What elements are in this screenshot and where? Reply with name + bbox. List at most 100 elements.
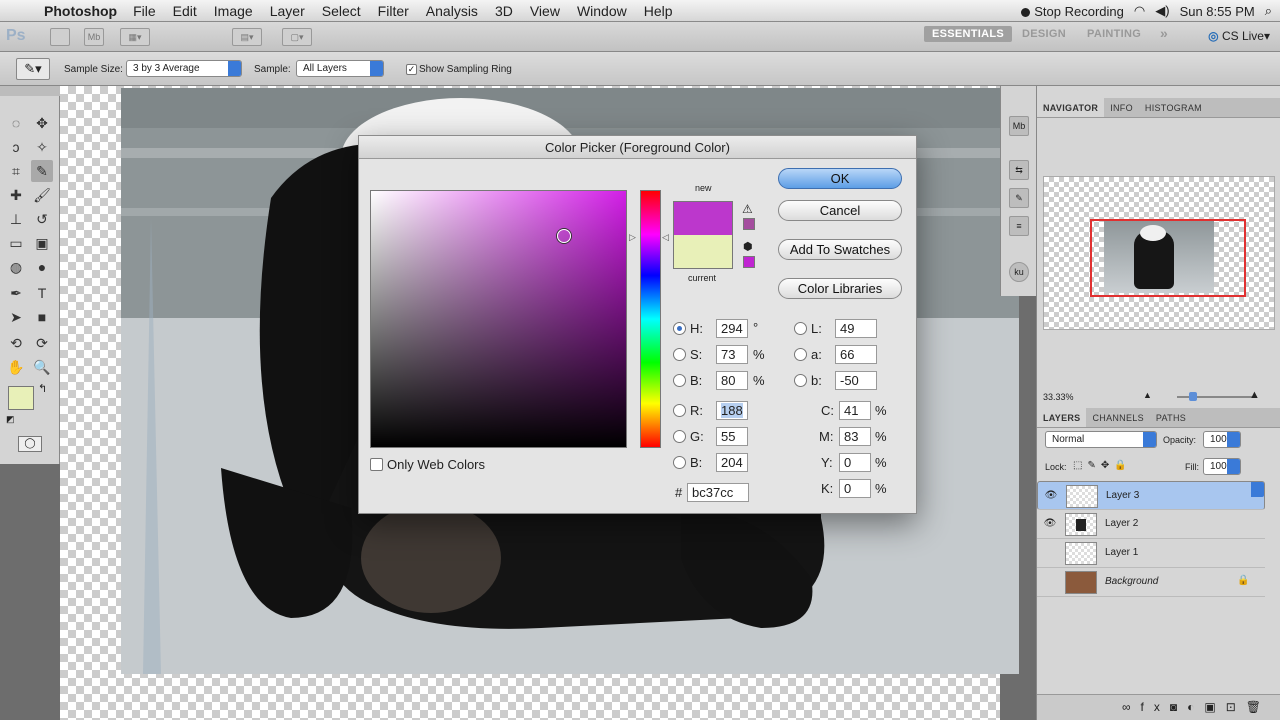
a-channel-field[interactable]: 66	[835, 345, 877, 364]
layer-name[interactable]: Layer 3	[1106, 490, 1139, 501]
blur-tool-icon[interactable]: ◍	[5, 256, 27, 278]
history-brush-tool-icon[interactable]: ↺	[31, 208, 53, 230]
color-field[interactable]	[370, 190, 627, 448]
stop-recording[interactable]: Stop Recording	[1021, 4, 1124, 19]
only-web-colors-checkbox[interactable]	[370, 458, 383, 471]
blue-radio[interactable]	[673, 456, 686, 469]
lasso-tool-icon[interactable]: ↄ	[5, 136, 27, 158]
tab-navigator[interactable]: NAVIGATOR	[1037, 98, 1105, 117]
eye-toggle-empty[interactable]	[1043, 547, 1057, 560]
red-value[interactable]: 188	[721, 403, 743, 418]
blue-field[interactable]: 204	[716, 453, 748, 472]
gamut-warning-swatch[interactable]	[743, 218, 755, 230]
3d-rotate-tool-icon[interactable]: ⟲	[5, 332, 27, 354]
tab-info[interactable]: INFO	[1104, 98, 1139, 117]
brightness-field[interactable]: 80	[716, 371, 748, 390]
hue-slider-left-arrow[interactable]: ▷	[629, 232, 636, 243]
cs-live[interactable]: ◎ CS Live▾	[1208, 29, 1270, 43]
menu-help[interactable]: Help	[644, 3, 673, 19]
menu-view[interactable]: View	[530, 3, 560, 19]
type-tool-icon[interactable]: T	[31, 282, 53, 304]
magenta-field[interactable]: 83	[839, 427, 871, 446]
crop-tool-icon[interactable]: ⌗	[5, 160, 27, 182]
arrange-documents-icon[interactable]: ▤▾	[232, 28, 262, 46]
lightness-radio[interactable]	[794, 322, 807, 335]
saturation-field[interactable]: 73	[716, 345, 748, 364]
menu-edit[interactable]: Edit	[173, 3, 197, 19]
eye-icon[interactable]: 👁	[1043, 518, 1057, 531]
clone-source-panel-icon[interactable]: ≡	[1009, 216, 1029, 236]
menu-analysis[interactable]: Analysis	[426, 3, 478, 19]
hue-radio[interactable]	[673, 322, 686, 335]
black-field[interactable]: 0	[839, 479, 871, 498]
move-tool-icon[interactable]: ✥	[31, 112, 53, 134]
web-safe-swatch[interactable]	[743, 256, 755, 268]
tab-paths[interactable]: PATHS	[1150, 408, 1192, 427]
3d-orbit-tool-icon[interactable]: ⟳	[31, 332, 53, 354]
show-sampling-ring-checkbox[interactable]: ✓	[406, 64, 417, 75]
marquee-tool-icon[interactable]: ◌	[5, 112, 27, 134]
bridge-icon[interactable]	[50, 28, 70, 46]
b-channel-field[interactable]: -50	[835, 371, 877, 390]
eyedropper-tool-icon[interactable]: ✎	[31, 160, 53, 182]
color-field-cursor[interactable]	[557, 229, 571, 243]
workspace-essentials[interactable]: ESSENTIALS	[924, 26, 1013, 42]
warning-icon[interactable]: ⚠	[742, 202, 753, 216]
navigator-view-box[interactable]	[1090, 219, 1246, 297]
menu-filter[interactable]: Filter	[378, 3, 409, 19]
stamp-tool-icon[interactable]: ⊥	[5, 208, 27, 230]
add-to-swatches-button[interactable]: Add To Swatches	[778, 239, 902, 260]
saturation-radio[interactable]	[673, 348, 686, 361]
layer-name[interactable]: Layer 2	[1105, 518, 1138, 529]
menu-3d[interactable]: 3D	[495, 3, 513, 19]
zoom-in-icon[interactable]: ▲	[1249, 389, 1260, 401]
eye-toggle-empty[interactable]	[1043, 576, 1057, 589]
search-icon[interactable]: ⌕	[1265, 3, 1272, 19]
zoom-tool-icon[interactable]: 🔍	[31, 356, 53, 378]
tab-histogram[interactable]: HISTOGRAM	[1139, 98, 1208, 117]
history-panel-icon[interactable]: ⇆	[1009, 160, 1029, 180]
eraser-tool-icon[interactable]: ▭	[5, 232, 27, 254]
menu-image[interactable]: Image	[214, 3, 253, 19]
a-channel-radio[interactable]	[794, 348, 807, 361]
tab-layers[interactable]: LAYERS	[1037, 408, 1087, 427]
cube-icon[interactable]: ⬢	[743, 240, 753, 253]
dodge-tool-icon[interactable]: ●	[31, 256, 53, 278]
color-libraries-button[interactable]: Color Libraries	[778, 278, 902, 299]
blend-mode-select[interactable]: Normal	[1045, 431, 1157, 448]
mini-bridge-button[interactable]: Mb	[84, 28, 104, 46]
hex-field[interactable]: bc37cc	[687, 483, 749, 502]
zoom-slider-thumb[interactable]	[1189, 392, 1197, 401]
navigator-zoom-slider[interactable]	[1177, 392, 1257, 401]
eyedropper-preset-icon[interactable]: ✎▾	[16, 58, 50, 80]
cyan-field[interactable]: 41	[839, 401, 871, 420]
navigator-zoom[interactable]: 33.33%	[1043, 392, 1074, 402]
brightness-radio[interactable]	[673, 374, 686, 387]
hue-field[interactable]: 294	[716, 319, 748, 338]
layer-row-1[interactable]: Layer 1	[1037, 539, 1265, 568]
layers-footer-icons[interactable]: ∞fx◙◐▣⊡🗑	[1037, 694, 1280, 720]
hue-slider[interactable]	[640, 190, 661, 448]
layer-name[interactable]: Layer 1	[1105, 547, 1138, 558]
layer-row-3[interactable]: 👁 Layer 3	[1037, 481, 1265, 510]
screen-mode-icon[interactable]: ▢▾	[282, 28, 312, 46]
default-colors-icon[interactable]: ◩	[6, 414, 15, 425]
menu-window[interactable]: Window	[577, 3, 627, 19]
green-radio[interactable]	[673, 430, 686, 443]
menu-app-name[interactable]: Photoshop	[44, 3, 117, 19]
kuler-panel-icon[interactable]: ku	[1009, 262, 1029, 282]
menu-file[interactable]: File	[133, 3, 156, 19]
menu-select[interactable]: Select	[322, 3, 361, 19]
zoom-out-icon[interactable]: ▲	[1143, 390, 1152, 400]
healing-brush-tool-icon[interactable]: ✚	[5, 184, 27, 206]
path-select-tool-icon[interactable]: ➤	[5, 306, 27, 328]
menu-layer[interactable]: Layer	[270, 3, 305, 19]
red-radio[interactable]	[673, 404, 686, 417]
pen-tool-icon[interactable]: ✒	[5, 282, 27, 304]
yellow-field[interactable]: 0	[839, 453, 871, 472]
brush-presets-panel-icon[interactable]: ✎	[1009, 188, 1029, 208]
swap-colors-icon[interactable]: ↰	[38, 382, 47, 395]
hue-slider-right-arrow[interactable]: ◁	[662, 232, 669, 243]
cancel-button[interactable]: Cancel	[778, 200, 902, 221]
layer-row-2[interactable]: 👁 Layer 2	[1037, 510, 1265, 539]
